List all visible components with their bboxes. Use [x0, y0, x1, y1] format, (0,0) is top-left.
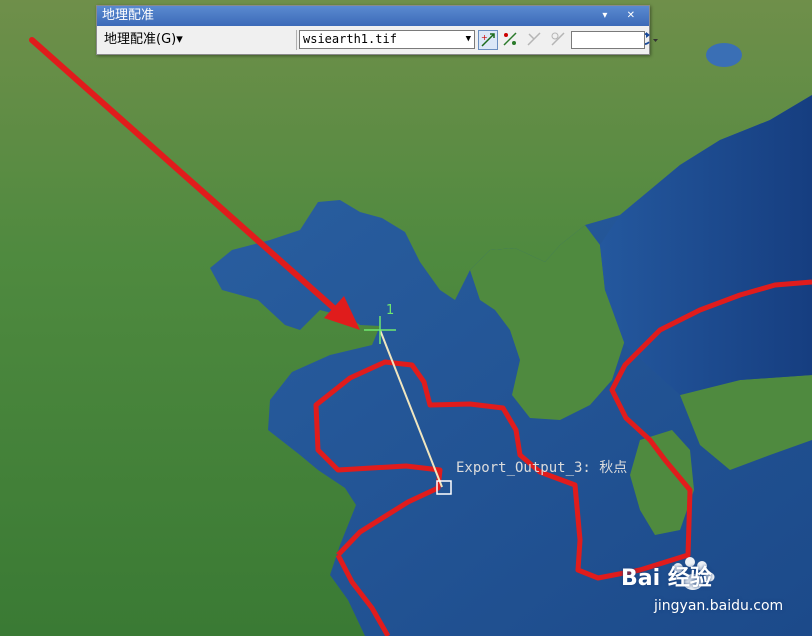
georeferencing-menu-label: 地理配准(G) — [104, 32, 177, 47]
auto-registration-icon — [503, 32, 517, 46]
dropdown-arrow-icon[interactable]: ▼ — [466, 31, 471, 48]
georeferencing-menu[interactable]: 地理配准(G)▾ — [101, 30, 186, 50]
feature-label: Export_Output_3: 秋点 — [456, 460, 628, 476]
svg-text:+: + — [481, 33, 488, 42]
toolbar-title: 地理配准 — [102, 8, 155, 23]
rotation-input[interactable] — [571, 31, 645, 49]
add-control-points-icon: + — [481, 33, 495, 47]
auto-registration-button[interactable] — [500, 30, 520, 50]
georeferencing-toolbar: 地理配准 ▾ ✕ 地理配准(G)▾ wsiearth1.tif ▼ + — [96, 5, 658, 55]
layer-dropdown-value: wsiearth1.tif — [303, 32, 397, 46]
watermark-main: Bai 经验 — [621, 566, 712, 591]
zoom-to-selected-link-icon — [551, 32, 565, 46]
add-control-points-button[interactable]: + — [478, 30, 498, 50]
watermark-url: jingyan.baidu.com — [654, 598, 784, 614]
toolbar-row: 地理配准(G)▾ wsiearth1.tif ▼ + — [97, 26, 658, 54]
zoom-to-selected-link-button[interactable] — [548, 30, 568, 50]
toolbar-title-bar[interactable]: 地理配准 ▾ ✕ — [97, 6, 649, 26]
map-canvas[interactable] — [0, 0, 812, 636]
select-link-button[interactable] — [524, 30, 544, 50]
select-link-icon — [527, 32, 541, 46]
layer-dropdown[interactable]: wsiearth1.tif ▼ — [299, 30, 475, 49]
toolbar-separator — [296, 30, 297, 50]
control-point-label: 1 — [386, 303, 395, 318]
lake — [706, 43, 742, 67]
chevron-down-icon: ▾ — [176, 32, 183, 47]
toolbar-window-controls[interactable]: ▾ ✕ — [602, 6, 643, 26]
